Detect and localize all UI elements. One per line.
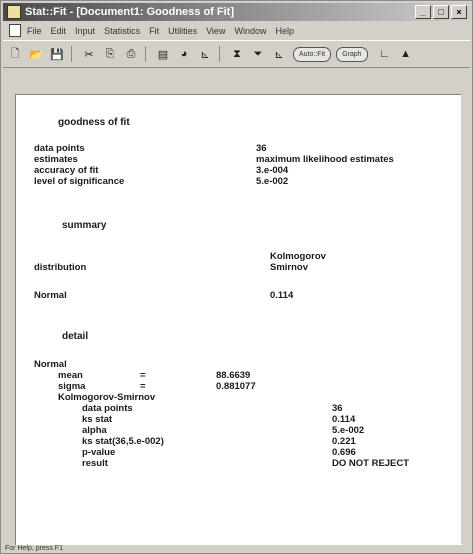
open-folder-icon[interactable]: 📂 [27,46,45,62]
gof-value: 5.e-002 [256,176,289,187]
test-value: 0.221 [332,436,356,447]
test-label: result [82,458,108,469]
save-icon[interactable]: 💾 [48,46,66,62]
test-value: 0.114 [332,414,356,425]
gof-label: estimates [34,154,78,165]
param-value: 88.6639 [216,370,251,381]
minimize-button[interactable]: _ [415,5,431,19]
menu-utilities[interactable]: Utilities [168,26,197,36]
menu-file[interactable]: File [27,26,42,36]
status-bar: For Help, press F1 [3,544,470,553]
new-file-icon[interactable]: 🗋 [6,46,24,62]
menu-bar: File Edit Input Statistics Fit Utilities… [3,22,470,39]
title-bar: Stat::Fit - [Document1: Goodness of Fit]… [3,3,470,21]
param-label: sigma [58,381,86,392]
menu-input[interactable]: Input [75,26,95,36]
maximize-button[interactable]: □ [433,5,449,19]
test-value: 0.696 [332,447,356,458]
copy-icon[interactable]: ⎘ [101,46,119,62]
graph-button[interactable]: Graph [336,46,368,62]
gof-value: maximum likelihood estimates [256,154,394,165]
menu-window[interactable]: Window [234,26,266,36]
param-equals: = [140,381,146,392]
menu-statistics[interactable]: Statistics [104,26,140,36]
document-icon[interactable] [9,24,21,37]
line-chart-icon[interactable]: ∟ [376,46,394,62]
vertical-scrollbar[interactable] [461,94,470,544]
gof-label: accuracy of fit [34,165,99,176]
param-value: 0.881077 [216,381,256,392]
fit-chart-icon[interactable]: ⊾ [270,46,288,62]
hourglass-icon[interactable]: ⧗ [228,46,246,62]
report-document[interactable]: goodness of fit data points 36 estimates… [15,94,462,545]
summary-col-header: Kolmogorov [270,251,326,262]
summary-distribution: Normal [34,290,67,301]
detail-distribution: Normal [34,359,67,370]
test-value: 5.e-002 [332,425,365,436]
triangle-icon[interactable]: ▲ [397,46,415,62]
detail-heading: detail [62,331,89,342]
gof-value: 36 [256,143,267,154]
param-label: mean [58,370,83,381]
test-label: data points [82,403,133,414]
toolbar: 🗋 📂 💾 ✂ ⎘ ⎙ ▤ ◕ ⊾ ⧗ ⏷ ⊾ Auto::Fit Graph … [3,40,470,68]
autofit-button[interactable]: Auto::Fit [293,46,332,62]
test-label: p-value [82,447,116,458]
summary-value: 0.114 [270,290,294,301]
summary-col-header: distribution [34,262,87,273]
pie-chart-icon[interactable]: ◕ [175,46,193,62]
app-icon [7,5,21,19]
gof-label: level of significance [34,176,125,187]
test-value: DO NOT REJECT [332,458,410,469]
summary-heading: summary [62,220,107,231]
test-value: 36 [332,403,343,414]
test-label: ks stat(36,5.e-002) [82,436,164,447]
test-label: ks stat [82,414,113,425]
gof-label: data points [34,143,85,154]
gof-value: 3.e-004 [256,165,289,176]
scatter-plot-icon[interactable]: ⊾ [196,46,214,62]
gof-heading: goodness of fit [58,117,130,128]
input-table-icon[interactable]: ▤ [154,46,172,62]
test-label: alpha [82,425,107,436]
app-window: Stat::Fit - [Document1: Goodness of Fit]… [0,0,473,554]
menu-help[interactable]: Help [275,26,294,36]
close-button[interactable]: × [451,5,467,19]
menu-view[interactable]: View [206,26,225,36]
window-title: Stat::Fit - [Document1: Goodness of Fit] [25,6,234,18]
filter-icon[interactable]: ⏷ [249,46,267,62]
menu-edit[interactable]: Edit [51,26,67,36]
status-text: For Help, press F1 [5,545,63,552]
param-equals: = [140,370,146,381]
print-icon[interactable]: ⎙ [122,46,140,62]
test-name: Kolmogorov-Smirnov [58,392,156,403]
menu-fit[interactable]: Fit [149,26,159,36]
summary-col-header: Smirnov [270,262,309,273]
cut-icon[interactable]: ✂ [80,46,98,62]
